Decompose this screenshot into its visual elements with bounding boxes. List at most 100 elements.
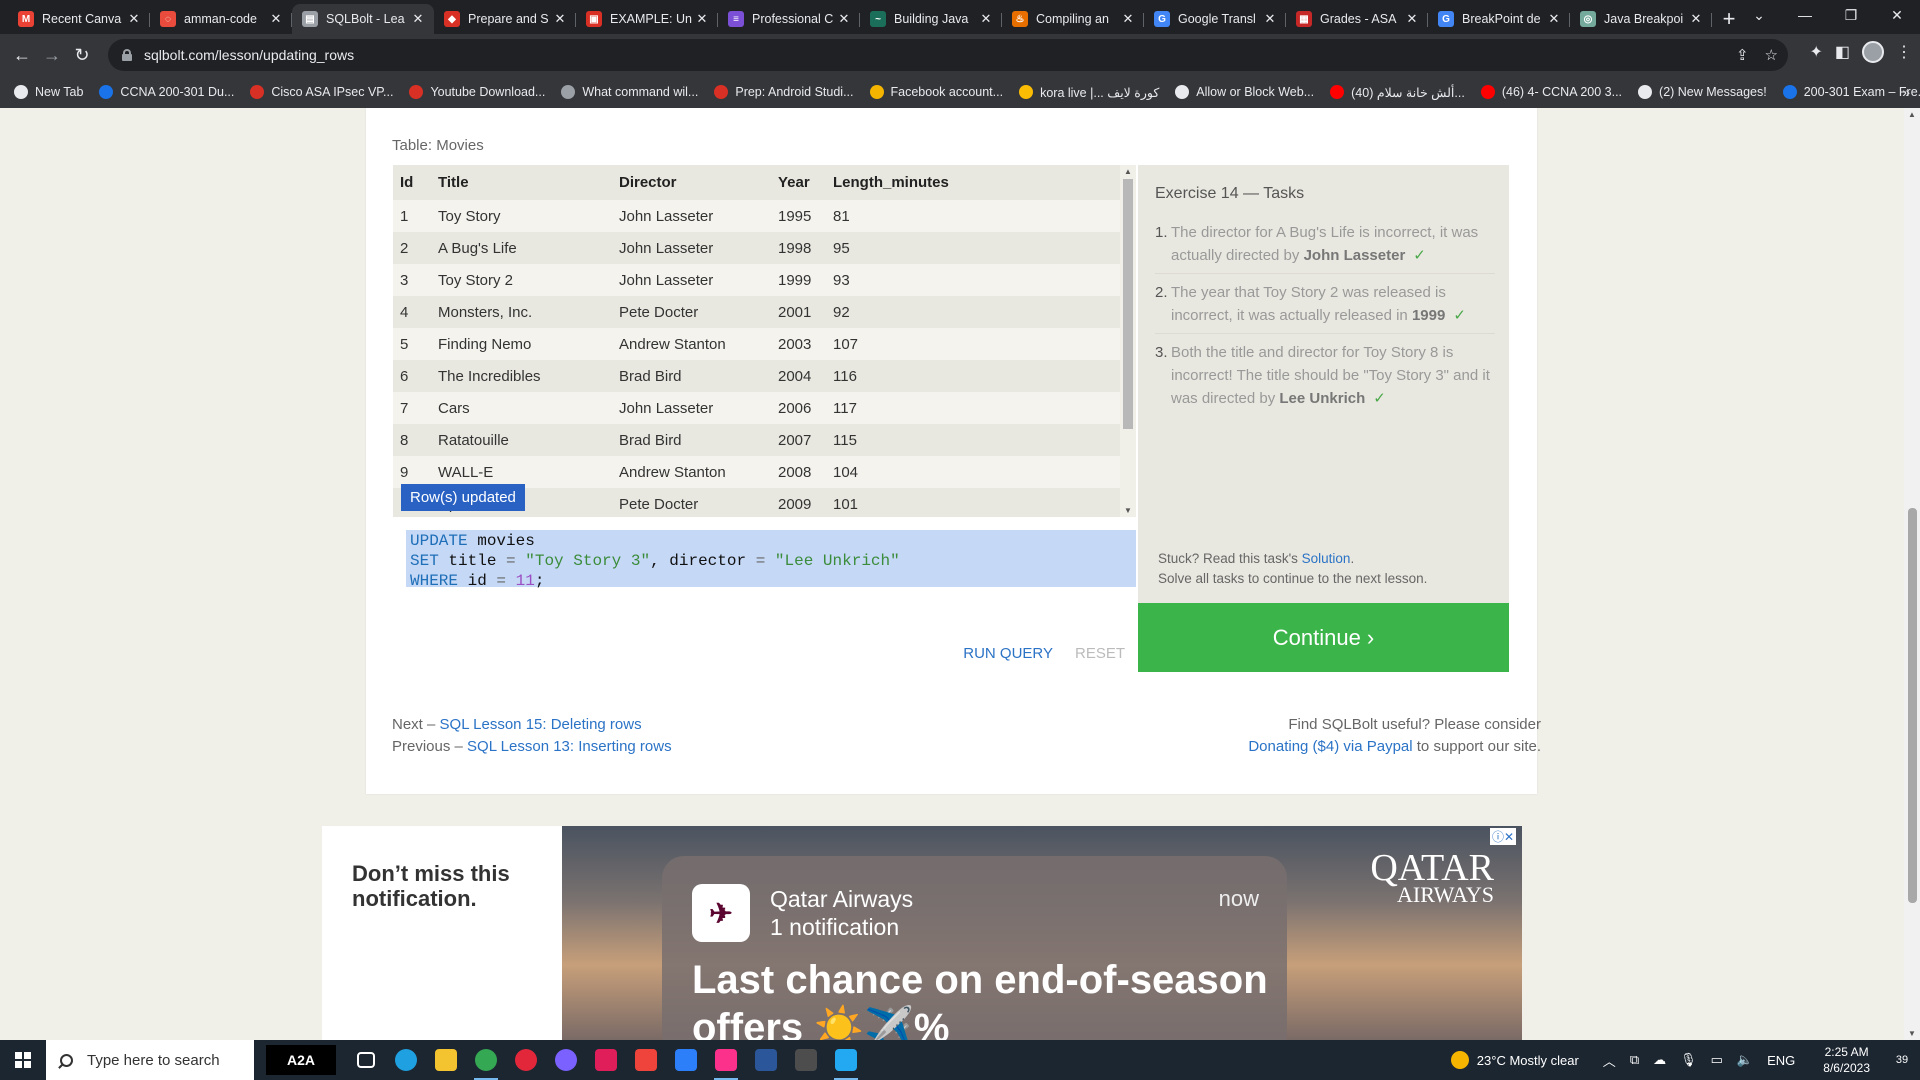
extensions-icon[interactable]: ✦	[1809, 42, 1822, 62]
tab-search-icon[interactable]: ⌄	[1736, 0, 1782, 30]
bookmark-item[interactable]: Cisco ASA IPsec VP...	[250, 85, 393, 99]
tray-chevron-icon[interactable]: ︿	[1603, 1051, 1616, 1070]
tab-1[interactable]: M Recent Canva ✕	[8, 4, 150, 34]
close-tab-icon[interactable]: ✕	[1688, 11, 1704, 27]
bookmark-item[interactable]: What command wil...	[561, 85, 698, 99]
tab-3[interactable]: ▤ SQLBolt - Lea ✕	[292, 4, 434, 34]
language-indicator[interactable]: ENG	[1767, 1053, 1795, 1068]
close-window-button[interactable]: ✕	[1874, 0, 1920, 30]
onedrive-icon[interactable]: ☁	[1653, 1052, 1666, 1068]
word-button[interactable]	[746, 1040, 786, 1080]
tab-6[interactable]: ≡ Professional C ✕	[718, 4, 860, 34]
donate-link[interactable]: Donating ($4) via Paypal	[1248, 738, 1412, 755]
tray-app-icon[interactable]: ⧉	[1630, 1052, 1639, 1068]
more-bookmarks-icon[interactable]: »	[1902, 84, 1910, 100]
bookmark-star-icon[interactable]: ☆	[1765, 46, 1778, 64]
microphone-icon[interactable]: 🎙	[1680, 1052, 1697, 1068]
query-editor[interactable]: UPDATE movies SET title = "Toy Story 3", …	[393, 521, 1136, 672]
anydesk-button[interactable]	[626, 1040, 666, 1080]
close-tab-icon[interactable]: ✕	[410, 11, 426, 27]
bookmark-item[interactable]: kora live |... كورة لايف	[1019, 85, 1159, 100]
table-cell: 115	[826, 424, 1120, 456]
tab-5[interactable]: ▣ EXAMPLE: Un ✕	[576, 4, 718, 34]
close-tab-icon[interactable]: ✕	[836, 11, 852, 27]
slack-button[interactable]	[586, 1040, 626, 1080]
adchoices-icon[interactable]: ⓘ✕	[1489, 828, 1516, 845]
table-row: 6 The Incredibles Brad Bird 2004 116	[393, 360, 1120, 392]
file-explorer-button[interactable]	[426, 1040, 466, 1080]
previous-lesson-link[interactable]: SQL Lesson 13: Inserting rows	[467, 738, 672, 755]
opera-button[interactable]	[506, 1040, 546, 1080]
close-tab-icon[interactable]: ✕	[1262, 11, 1278, 27]
tab-11[interactable]: G BreakPoint de ✕	[1428, 4, 1570, 34]
reload-icon[interactable]: ↻	[68, 41, 96, 69]
bookmark-item[interactable]: New Tab	[14, 85, 83, 99]
lock-icon[interactable]	[122, 49, 132, 61]
bookmark-item[interactable]: Prep: Android Studi...	[714, 85, 854, 99]
clock[interactable]: 2:25 AM 8/6/2023	[1823, 1044, 1870, 1076]
bookmark-item[interactable]: 200-301 Exam – Fre...	[1782, 85, 1920, 99]
close-tab-icon[interactable]: ✕	[126, 11, 142, 27]
bookmark-item[interactable]: (46) 4- CCNA 200 3...	[1480, 85, 1622, 99]
a2a-widget[interactable]: A2A	[266, 1045, 336, 1075]
volume-icon[interactable]: 🔈	[1737, 1052, 1753, 1068]
next-lesson-link[interactable]: SQL Lesson 15: Deleting rows	[440, 716, 642, 733]
close-tab-icon[interactable]: ✕	[1120, 11, 1136, 27]
profile-avatar[interactable]	[1862, 41, 1884, 63]
task-view-button[interactable]	[346, 1040, 386, 1080]
bookmark-item[interactable]: (2) New Messages!	[1638, 85, 1767, 99]
tab-2[interactable]: ◌ amman-code ✕	[150, 4, 292, 34]
app-store-button[interactable]	[666, 1040, 706, 1080]
bookmark-item[interactable]: Facebook account...	[869, 85, 1003, 99]
taskbar-search[interactable]: Type here to search	[46, 1040, 254, 1080]
tab-7[interactable]: ~ Building Java ✕	[860, 4, 1002, 34]
close-tab-icon[interactable]: ✕	[694, 11, 710, 27]
tab-12[interactable]: ◎ Java Breakpoi ✕	[1570, 4, 1712, 34]
tab-4[interactable]: ◆ Prepare and S ✕	[434, 4, 576, 34]
bookmark-item[interactable]: CCNA 200-301 Du...	[99, 85, 234, 99]
continue-button[interactable]: Continue ›	[1138, 603, 1509, 672]
notification-center-icon[interactable]: 39	[1884, 1040, 1920, 1080]
tab-9[interactable]: G Google Transl ✕	[1144, 4, 1286, 34]
bookmark-item[interactable]: Allow or Block Web...	[1175, 85, 1314, 99]
network-icon[interactable]: ▭	[1711, 1052, 1723, 1068]
advertisement[interactable]: Don’t miss this notification. ✈ Qatar Ai…	[322, 826, 1522, 1040]
reset-button[interactable]: RESET	[1075, 645, 1125, 662]
query-code[interactable]: UPDATE movies SET title = "Toy Story 3", …	[410, 531, 900, 591]
page-scroll-thumb[interactable]	[1908, 508, 1917, 903]
start-button[interactable]	[0, 1040, 46, 1080]
run-query-button[interactable]: RUN QUERY	[963, 645, 1053, 662]
share-icon[interactable]: ⇪	[1736, 46, 1749, 64]
close-tab-icon[interactable]: ✕	[552, 11, 568, 27]
restore-button[interactable]: ❐	[1828, 0, 1874, 30]
scroll-up-icon[interactable]: ▲	[1124, 167, 1132, 176]
page-scroll-down-icon[interactable]: ▼	[1908, 1029, 1916, 1038]
solution-link[interactable]: Solution	[1302, 551, 1351, 566]
chrome-profile-button[interactable]	[546, 1040, 586, 1080]
bookmark-item[interactable]: (40) ألش خانة سلام...	[1330, 85, 1465, 100]
close-tab-icon[interactable]: ✕	[1404, 11, 1420, 27]
close-tab-icon[interactable]: ✕	[1546, 11, 1562, 27]
page-scroll-up-icon[interactable]: ▲	[1908, 110, 1916, 119]
page-scrollbar[interactable]: ▲ ▼	[1904, 108, 1920, 1040]
close-tab-icon[interactable]: ✕	[268, 11, 284, 27]
intellij-button[interactable]	[706, 1040, 746, 1080]
close-tab-icon[interactable]: ✕	[978, 11, 994, 27]
edge-button[interactable]	[386, 1040, 426, 1080]
tab-8[interactable]: ♨ Compiling an ✕	[1002, 4, 1144, 34]
vscode-button[interactable]	[826, 1040, 866, 1080]
forward-icon[interactable]: →	[38, 41, 66, 69]
minimize-button[interactable]: —	[1782, 0, 1828, 30]
weather-widget[interactable]: 23°C Mostly clear	[1450, 1051, 1579, 1069]
bookmark-item[interactable]: Youtube Download...	[409, 85, 545, 99]
table-scrollbar[interactable]: ▲ ▼	[1120, 165, 1136, 517]
back-icon[interactable]: ←	[8, 41, 36, 69]
menu-icon[interactable]: ⋮	[1896, 42, 1912, 62]
terminal-button[interactable]	[786, 1040, 826, 1080]
scroll-down-icon[interactable]: ▼	[1124, 506, 1132, 515]
address-bar[interactable]: sqlbolt.com/lesson/updating_rows ⇪ ☆	[108, 39, 1788, 71]
side-panel-icon[interactable]: ◧	[1835, 42, 1850, 62]
chrome-button[interactable]	[466, 1040, 506, 1080]
table-scroll-thumb[interactable]	[1123, 179, 1133, 429]
tab-10[interactable]: ▦ Grades - ASA ✕	[1286, 4, 1428, 34]
